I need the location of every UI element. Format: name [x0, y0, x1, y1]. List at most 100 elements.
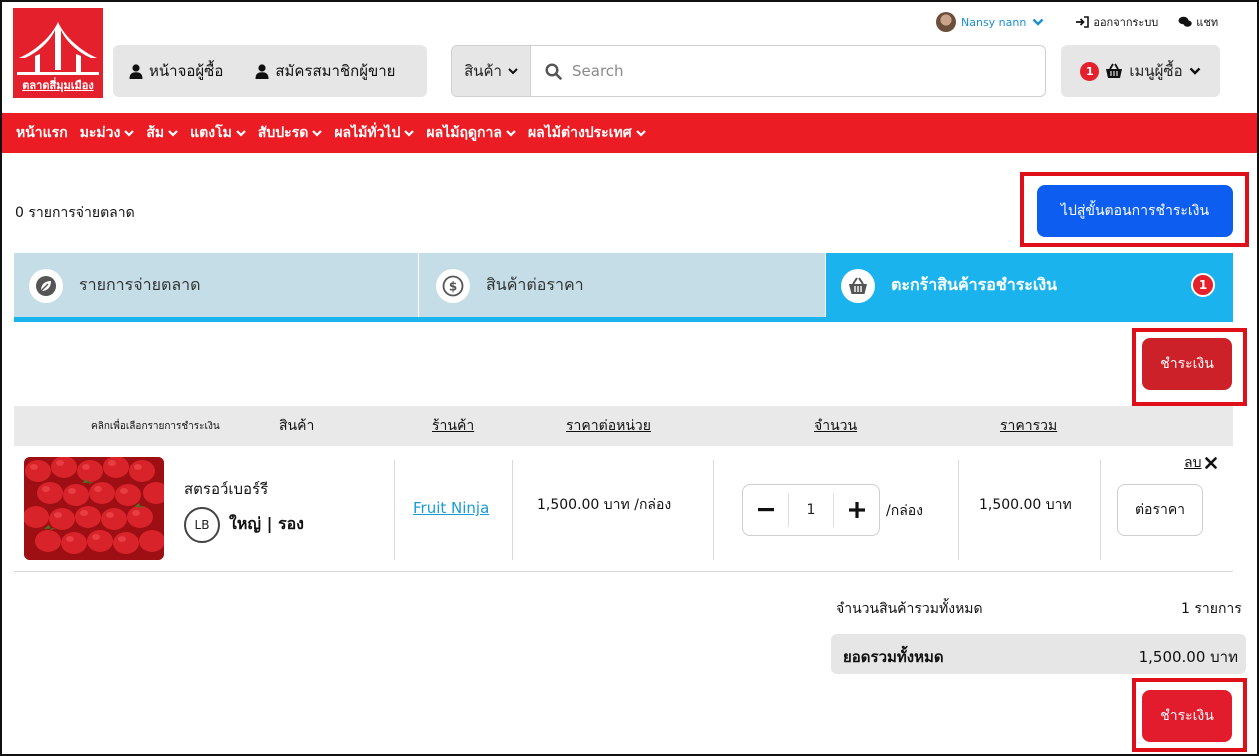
negotiate-price-button[interactable]: ต่อราคา: [1117, 484, 1203, 536]
header-product: สินค้า: [279, 418, 315, 434]
search-icon: [545, 62, 562, 80]
category-imported-fruit[interactable]: ผลไม้ต่างประเทศ: [528, 122, 646, 144]
tab-market-list[interactable]: รายการจ่ายตลาด: [14, 253, 419, 318]
chevron-down-icon: [312, 129, 323, 137]
category-general-fruit[interactable]: ผลไม้ทั่วไป: [334, 122, 415, 144]
plus-icon: [848, 502, 865, 518]
category-mango[interactable]: มะม่วง: [80, 122, 135, 144]
chevron-down-icon: [236, 129, 246, 137]
category-watermelon[interactable]: แตงโม: [190, 122, 246, 144]
buyer-page-label: หน้าจอผู้ซื้อ: [149, 62, 224, 80]
market-list-count: 0 รายการจ่ายตลาด: [15, 205, 135, 221]
category-nav: หน้าแรก มะม่วง ส้ม แตงโม สับปะรด ผลไม้ทั…: [2, 113, 1257, 153]
increase-quantity-button[interactable]: [834, 484, 879, 536]
search-bar: สินค้า: [451, 45, 1046, 97]
category-label: ผลไม้ฤดูกาล: [426, 125, 502, 141]
cart-table-header: คลิกเพื่อเลือกรายการชำระเงิน สินค้า ร้าน…: [14, 406, 1233, 446]
header-unit-price[interactable]: ราคาต่อหน่วย: [566, 406, 651, 446]
total-items-label: จำนวนสินค้ารวมทั้งหมด: [836, 601, 983, 617]
logout-label: ออกจากระบบ: [1093, 16, 1159, 29]
chat-label: แชท: [1196, 16, 1219, 29]
basket-icon: [1106, 63, 1123, 78]
quantity-stepper: 1: [742, 484, 880, 536]
buyer-page-button[interactable]: หน้าจอผู้ซื้อ: [129, 59, 223, 83]
header-total[interactable]: ราคารวม: [1000, 406, 1057, 446]
search-category-select[interactable]: สินค้า: [452, 46, 531, 96]
column-divider: [512, 460, 513, 560]
chevron-down-icon: [168, 129, 178, 137]
logout-link[interactable]: ออกจากระบบ: [1076, 13, 1158, 31]
chevron-down-icon[interactable]: [1032, 18, 1044, 26]
chevron-down-icon: [508, 67, 518, 74]
pay-button-top[interactable]: ชำระเงิน: [1142, 338, 1232, 390]
cart-tabs: รายการจ่ายตลาด $ สินค้าต่อราคา ตะกร้าสิน…: [14, 253, 1233, 318]
tabs-underline: [14, 317, 1233, 322]
grand-total-box: ยอดรวมทั้งหมด 1,500.00 บาท: [831, 634, 1246, 674]
chevron-down-icon: [1189, 67, 1200, 75]
category-label: ผลไม้ต่างประเทศ: [527, 125, 632, 141]
chevron-down-icon: [404, 129, 415, 137]
chevron-down-icon: [124, 129, 135, 137]
unit-badge: LB: [184, 507, 220, 543]
row-total-price: 1,500.00 บาท: [979, 497, 1072, 513]
grand-total-label: ยอดรวมทั้งหมด: [843, 648, 944, 666]
basket-icon: [841, 268, 875, 303]
category-seasonal-fruit[interactable]: ผลไม้ฤดูกาล: [426, 122, 516, 144]
select-hint: คลิกเพื่อเลือกรายการชำระเงิน: [91, 420, 220, 432]
buyer-menu-button[interactable]: 1 เมนูผู้ซื้อ: [1061, 45, 1220, 97]
site-logo[interactable]: ตลาดสี่มุมเมือง: [13, 8, 103, 98]
quantity-value[interactable]: 1: [788, 493, 834, 527]
quantity-unit: /กล่อง: [886, 503, 924, 519]
tab-label: รายการจ่ายตลาด: [79, 275, 201, 294]
category-orange[interactable]: ส้ม: [146, 122, 178, 144]
tab-pending-payment-cart[interactable]: ตะกร้าสินค้ารอชำระเงิน 1: [826, 253, 1233, 318]
category-label: ส้ม: [146, 125, 165, 141]
product-image-strawberry[interactable]: [24, 457, 164, 560]
chevron-down-icon: [506, 129, 516, 137]
product-sizes: ใหญ่ | รอง: [229, 514, 304, 533]
category-label: หน้าแรก: [16, 125, 68, 141]
chevron-down-icon: [635, 129, 646, 137]
avatar[interactable]: [936, 12, 956, 32]
tab-negotiated-products[interactable]: $ สินค้าต่อราคา: [419, 253, 826, 318]
register-seller-button[interactable]: สมัครสมาชิกผู้ขาย: [255, 59, 395, 83]
cart-count-badge: 1: [1080, 61, 1100, 81]
minus-icon: [757, 508, 774, 512]
column-divider: [958, 460, 959, 560]
chat-icon: [1178, 16, 1192, 27]
coin-icon: $: [436, 268, 470, 303]
account-nav: หน้าจอผู้ซื้อ สมัครสมาชิกผู้ขาย: [113, 45, 427, 97]
total-items-value: 1 รายการ: [1181, 601, 1242, 617]
search-input[interactable]: [572, 62, 992, 80]
delete-item-button[interactable]: ลบ: [1184, 452, 1218, 474]
logo-text: ตลาดสี่มุมเมือง: [22, 79, 94, 92]
pay-button-bottom[interactable]: ชำระเงิน: [1142, 690, 1232, 742]
store-link[interactable]: Fruit Ninja: [413, 499, 489, 517]
category-home[interactable]: หน้าแรก: [16, 122, 68, 144]
search-category-label: สินค้า: [464, 62, 502, 80]
user-name[interactable]: Nansy nann: [961, 16, 1026, 29]
proceed-to-checkout-button[interactable]: ไปสู่ขั้นตอนการชำระเงิน: [1037, 185, 1233, 237]
user-icon: [129, 63, 143, 79]
svg-text:$: $: [449, 279, 457, 293]
user-icon: [255, 63, 269, 79]
tab-count-badge: 1: [1191, 273, 1215, 297]
header-quantity[interactable]: จำนวน: [814, 406, 857, 446]
tab-label: ตะกร้าสินค้ารอชำระเงิน: [891, 275, 1058, 294]
column-divider: [394, 460, 395, 560]
unit-price: 1,500.00 บาท /กล่อง: [537, 497, 672, 513]
category-label: มะม่วง: [79, 125, 121, 141]
chat-link[interactable]: แชท: [1178, 13, 1218, 31]
table-row[interactable]: สตรอว์เบอร์รี LB ใหญ่ | รอง Fruit Ninja …: [14, 452, 1233, 572]
category-label: ผลไม้ทั่วไป: [334, 125, 401, 141]
user-bar: Nansy nann ออกจากระบบ แชท: [936, 12, 1218, 32]
leaf-icon: [29, 268, 63, 303]
tab-label: สินค้าต่อราคา: [486, 275, 584, 294]
header-store[interactable]: ร้านค้า: [432, 406, 474, 446]
register-seller-label: สมัครสมาชิกผู้ขาย: [275, 62, 396, 80]
close-icon: [1205, 457, 1218, 469]
delete-label: ลบ: [1184, 455, 1202, 471]
category-pineapple[interactable]: สับปะรด: [258, 122, 323, 144]
column-divider: [713, 460, 714, 560]
decrease-quantity-button[interactable]: [743, 484, 788, 536]
